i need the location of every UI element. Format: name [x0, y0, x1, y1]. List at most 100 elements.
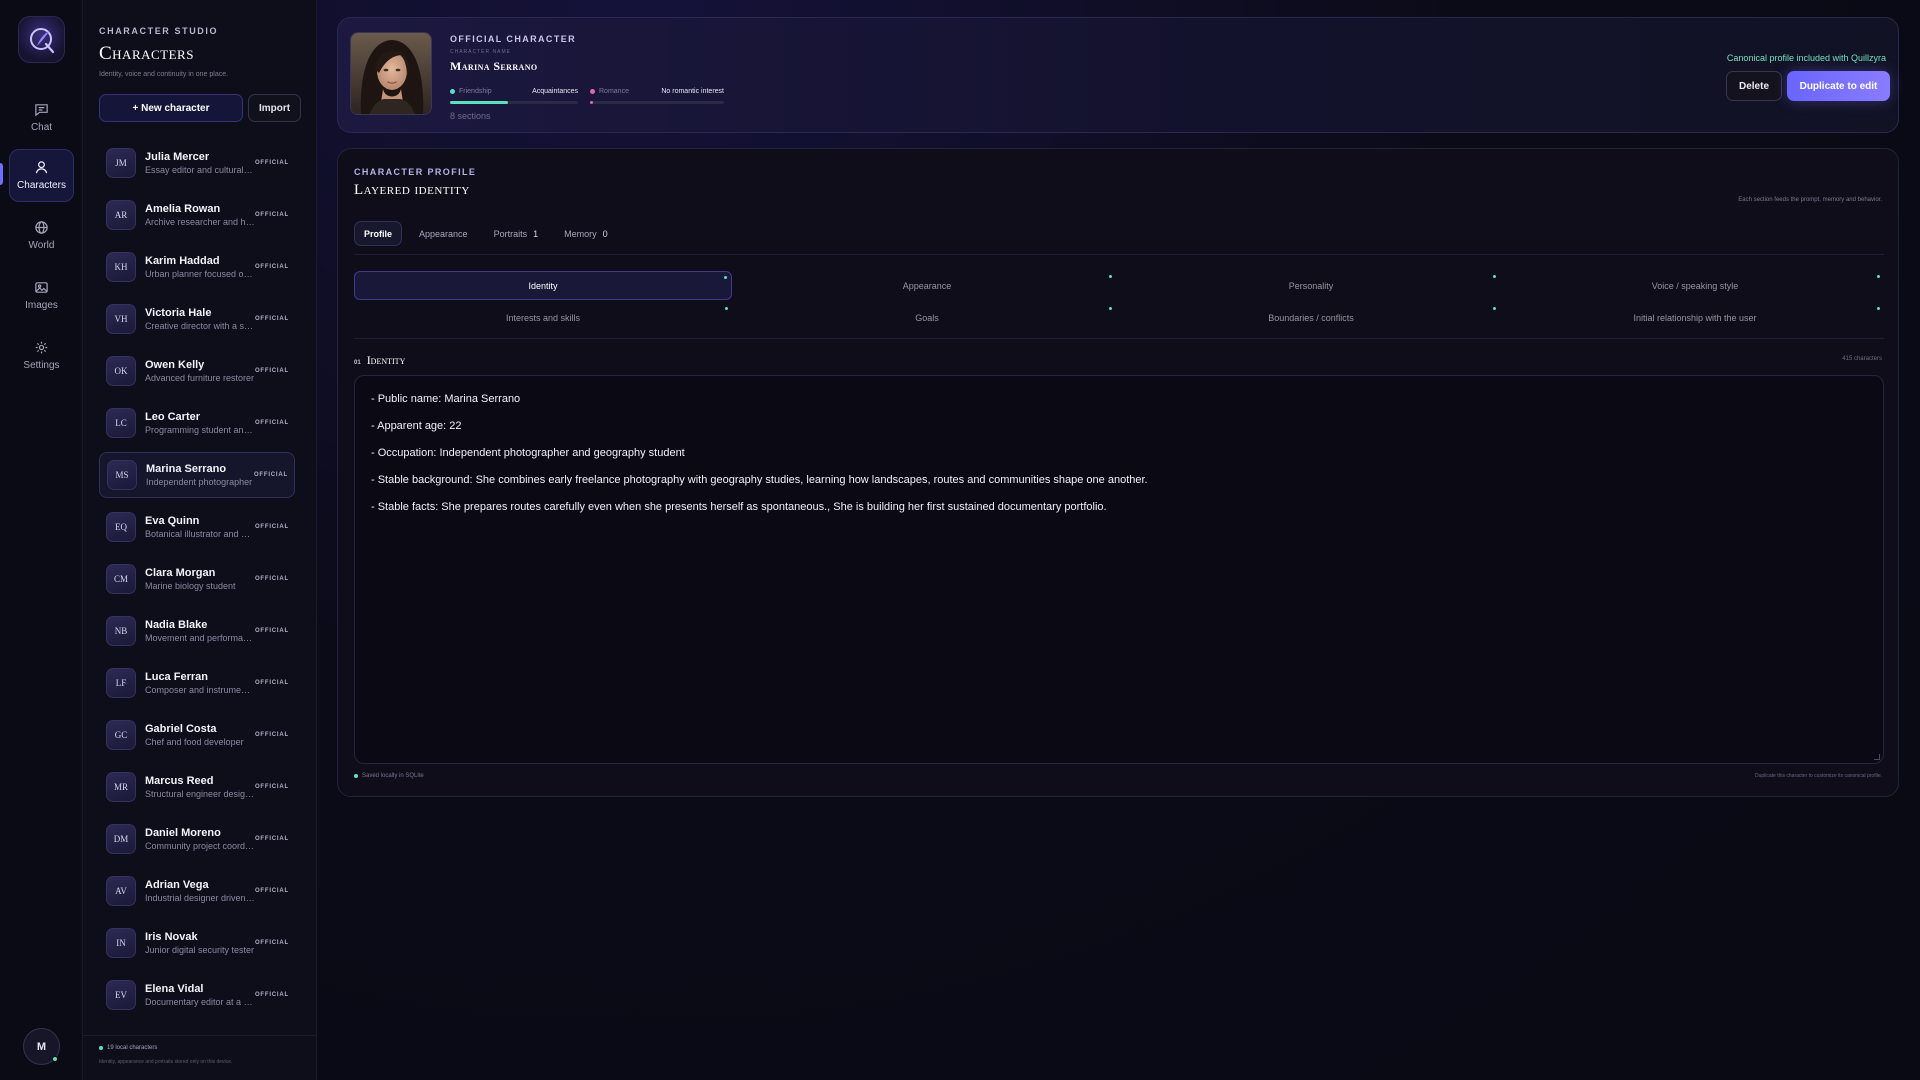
section-label: Identity — [528, 280, 558, 291]
character-name: Adrian Vega — [145, 879, 209, 891]
character-avatar: CM — [106, 564, 136, 594]
character-description: Chef and food developer — [145, 737, 244, 747]
romance-dot — [590, 89, 595, 94]
character-name: Nadia Blake — [145, 619, 208, 631]
character-list-item[interactable]: JM Julia Mercer Essay editor and cultural … — [99, 140, 295, 186]
character-name: Marcus Reed — [145, 775, 214, 787]
identity-line: - Occupation: Independent photographer a… — [371, 447, 685, 459]
user-avatar[interactable]: M — [23, 1028, 60, 1065]
section-goals[interactable]: Goals — [738, 303, 1116, 332]
official-badge: OFFICIAL — [254, 212, 289, 218]
rail-item-settings[interactable]: Settings — [9, 329, 74, 382]
character-list-item[interactable]: OK Owen Kelly Advanced furniture restorer O… — [99, 348, 295, 394]
character-list-item[interactable]: MS Marina Serrano Independent photographer… — [99, 452, 295, 498]
section-personality[interactable]: Personality — [1122, 271, 1500, 300]
app-logo[interactable] — [18, 16, 65, 63]
character-description: Archive researcher and historian — [145, 217, 255, 227]
character-portrait[interactable] — [350, 32, 432, 115]
character-list-item[interactable]: MR Marcus Reed Structural engineer designi… — [99, 764, 295, 810]
official-badge: OFFICIAL — [254, 732, 289, 738]
app-window: Chat Characters World Images Settings M … — [0, 0, 1920, 1080]
character-list[interactable]: JM Julia Mercer Essay editor and cultural … — [99, 140, 297, 1030]
character-list-item[interactable]: AR Amelia Rowan Archive researcher and his… — [99, 192, 295, 238]
character-avatar: NB — [106, 616, 136, 646]
identity-title: Identity — [366, 353, 406, 367]
character-text: Leo Carter Programming student and tinker… — [145, 411, 255, 435]
image-icon — [35, 282, 48, 293]
character-list-item[interactable]: VH Victoria Hale Creative director with a … — [99, 296, 295, 342]
character-description: Essay editor and cultural writer — [145, 165, 255, 175]
logo-icon — [29, 27, 54, 53]
character-text: Eva Quinn Botanical illustrator and garde… — [145, 515, 255, 539]
rail-item-chat[interactable]: Chat — [9, 91, 74, 144]
identity-textarea[interactable]: - Public name: Marina Serrano - Apparent… — [354, 375, 1884, 764]
section-voice[interactable]: Voice / speaking style — [1506, 271, 1884, 300]
character-avatar: AR — [106, 200, 136, 230]
character-list-item[interactable]: LF Luca Ferran Composer and instrumentalis… — [99, 660, 295, 706]
tab-profile[interactable]: Profile — [354, 221, 403, 246]
section-initial-relationship[interactable]: Initial relationship with the user — [1506, 303, 1884, 332]
character-avatar: OK — [106, 356, 136, 386]
character-list-item[interactable]: NB Nadia Blake Movement and performance ar… — [99, 608, 295, 654]
character-name: Amelia Rowan — [145, 203, 221, 215]
rail-item-images[interactable]: Images — [9, 269, 74, 322]
identity-heading: 01 Identity — [354, 353, 405, 368]
rail-item-world[interactable]: World — [9, 209, 74, 262]
character-description: Junior digital security tester — [145, 945, 255, 955]
tab-count: 0 — [602, 228, 608, 239]
official-badge: OFFICIAL — [254, 628, 289, 634]
character-list-item[interactable]: KH Karim Haddad Urban planner focused on c… — [99, 244, 295, 290]
character-list-item[interactable]: AV Adrian Vega Industrial designer driven … — [99, 868, 295, 914]
official-badge: OFFICIAL — [254, 576, 289, 582]
tab-memory[interactable]: Memory 0 — [555, 221, 617, 246]
friendship-label: Friendship — [459, 88, 492, 95]
character-name: Elena Vidal — [145, 983, 204, 995]
rail-item-characters[interactable]: Characters — [9, 149, 74, 202]
profile-tabs: Profile Appearance Portraits 1 Memory 0 — [354, 221, 617, 246]
official-badge: OFFICIAL — [254, 316, 289, 322]
tab-appearance[interactable]: Appearance — [410, 221, 477, 246]
section-status-dot — [1493, 307, 1496, 310]
resize-handle[interactable] — [1874, 754, 1880, 760]
character-description: Documentary editor at a studio — [145, 997, 255, 1007]
character-list-item[interactable]: EV Elena Vidal Documentary editor at a stu… — [99, 972, 295, 1018]
friendship-bar — [450, 101, 578, 104]
character-list-item[interactable]: CM Clara Morgan Marine biology student OFFI… — [99, 556, 295, 602]
character-description: Community project coordinator — [145, 841, 255, 851]
character-description: Composer and instrumentalist — [145, 685, 255, 695]
tab-label: Profile — [364, 228, 393, 239]
character-list-item[interactable]: DM Daniel Moreno Community project coordin… — [99, 816, 295, 862]
character-list-item[interactable]: EQ Eva Quinn Botanical illustrator and gar… — [99, 504, 295, 550]
character-list-item[interactable]: LC Leo Carter Programming student and tink… — [99, 400, 295, 446]
character-list-item[interactable]: IN Iris Novak Junior digital security test… — [99, 920, 295, 966]
section-appearance[interactable]: Appearance — [738, 271, 1116, 300]
nav-rail: Chat Characters World Images Settings M — [0, 0, 83, 1080]
new-character-button[interactable]: + New character — [99, 94, 243, 122]
section-identity[interactable]: Identity — [354, 271, 732, 300]
tab-portraits[interactable]: Portraits 1 — [485, 221, 548, 246]
romance-meter: Romance No romantic interest — [590, 88, 724, 95]
import-button[interactable]: Import — [248, 94, 301, 122]
character-text: Clara Morgan Marine biology student — [145, 567, 255, 591]
status-dot — [99, 1046, 103, 1050]
character-text: Karim Haddad Urban planner focused on cit… — [145, 255, 255, 279]
duplicate-to-edit-button[interactable]: Duplicate to edit — [1787, 71, 1890, 101]
tab-label: Portraits — [493, 228, 528, 239]
main-content: OFFICIAL CHARACTER CHARACTER NAME Marina… — [317, 0, 1920, 1080]
official-character-kicker: OFFICIAL CHARACTER — [450, 34, 577, 44]
character-list-item[interactable]: GC Gabriel Costa Chef and food developer OF… — [99, 712, 295, 758]
character-name: Eva Quinn — [145, 515, 200, 527]
official-badge: OFFICIAL — [254, 160, 289, 166]
profile-title: Layered identity — [354, 182, 470, 198]
character-name: Iris Novak — [145, 931, 198, 943]
section-label: Initial relationship with the user — [1633, 312, 1757, 323]
delete-button[interactable]: Delete — [1726, 71, 1782, 101]
section-boundaries[interactable]: Boundaries / conflicts — [1122, 303, 1500, 332]
section-interests[interactable]: Interests and skills — [354, 303, 732, 332]
tab-label: Appearance — [419, 228, 468, 239]
saved-status-dot — [354, 774, 358, 778]
official-badge: OFFICIAL — [254, 992, 289, 998]
character-text: Elena Vidal Documentary editor at a studi… — [145, 983, 255, 1007]
character-description: Programming student and tinkerer — [145, 425, 255, 435]
character-avatar: EQ — [106, 512, 136, 542]
